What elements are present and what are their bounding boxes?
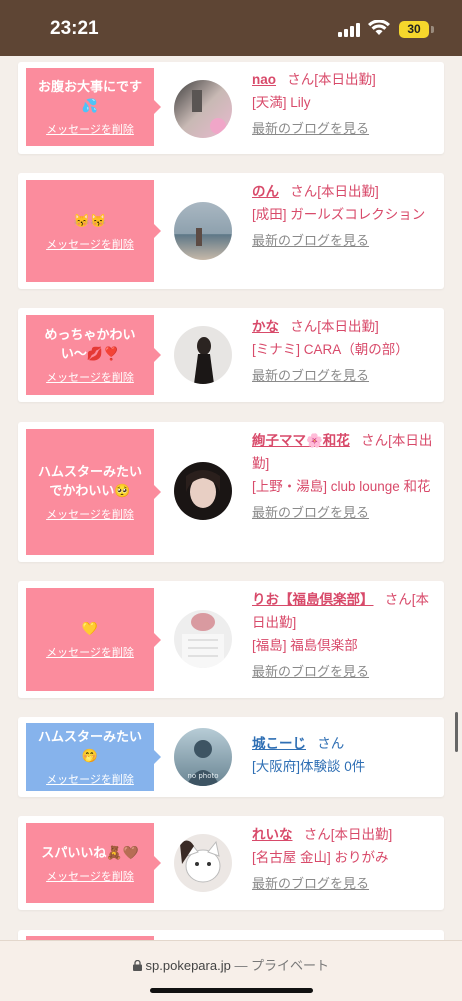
list-item: 💛 メッセージを削除 りお【福島倶楽部】 さん[本日出勤] [福島] 福島倶楽部… [18,581,444,698]
work-status: [本日出勤] [317,184,379,199]
message-text: 😽😽 [73,212,107,228]
delete-message-link[interactable]: メッセージを削除 [46,644,134,660]
message-text: お腹お大事にです💦 [37,79,142,113]
url-domain: sp.pokepara.jp [145,958,231,973]
profile-name-link[interactable]: れいな [252,827,293,842]
list-item: ハムスターみたいでかわいい🥺 メッセージを削除 絢子ママ🌸和花 さん[本日出勤]… [18,422,444,562]
wifi-icon [368,19,390,40]
message-text: スパいいね🧸🤎 [41,844,139,860]
shop-info: [上野・湯島] club lounge 和花 [252,479,431,494]
message-bubble: ハムスターみたいでかわいい🥺 メッセージを削除 [26,429,161,555]
home-indicator[interactable] [150,988,313,993]
battery-icon: 30 [399,21,429,38]
message-bubble: ハムスターみたい🤭 メッセージを削除 [26,723,161,791]
work-status: [本日出勤] [314,72,376,87]
delete-message-link[interactable]: メッセージを削除 [46,121,134,137]
latest-blog-link[interactable]: 最新のブログを見る [252,364,438,387]
status-bar: 23:21 30 [0,0,462,56]
private-label: — プライベート [230,958,330,973]
delete-message-link[interactable]: メッセージを削除 [46,868,134,884]
lock-icon [132,958,146,973]
profile-name-link[interactable]: 絢子ママ🌸和花 [252,433,350,448]
list-item: めっちゃかわいい〜💋❣️ メッセージを削除 かな さん[本日出勤] [ミナミ] … [18,308,444,402]
list-item: スパいいね🧸🤎 メッセージを削除 れいな さん[本日出勤] [名古屋 金山] お… [18,816,444,910]
avatar[interactable] [174,834,232,892]
honorific: さん [384,592,412,607]
battery-tip [431,26,434,33]
honorific: さん [290,319,318,334]
delete-message-link[interactable]: メッセージを削除 [46,236,134,252]
profile-info: nao さん[本日出勤] [天満] Lily 最新のブログを見る [252,68,438,140]
scroll-indicator[interactable] [455,712,458,752]
url-display[interactable]: sp.pokepara.jp — プライベート [0,955,462,974]
shop-info: [名古屋 金山] おりがみ [252,850,389,865]
shop-info: [ミナミ] CARA（朝の部） [252,342,409,357]
message-bubble: 💛 メッセージを削除 [26,588,161,691]
profile-name-link[interactable]: nao [252,72,276,87]
latest-blog-link[interactable]: 最新のブログを見る [252,660,438,683]
honorific: さん [317,736,345,751]
avatar[interactable] [174,610,232,668]
list-item: ハムスターみたい🤭 メッセージを削除 no photo 城こーじ さん [大阪府… [18,717,444,797]
work-status: [本日出勤] [317,319,379,334]
shop-info: [大阪府]体験談 0件 [252,759,366,774]
shop-info: [成田] ガールズコレクション [252,207,426,222]
honorific: さん [287,72,315,87]
cellular-signal-icon [338,22,362,41]
latest-blog-link[interactable]: 最新のブログを見る [252,872,438,895]
profile-info: かな さん[本日出勤] [ミナミ] CARA（朝の部） 最新のブログを見る [252,315,438,387]
honorific: さん [361,433,389,448]
delete-message-link[interactable]: メッセージを削除 [46,771,134,787]
message-text: ハムスターみたいでかわいい🥺 [37,464,142,498]
honorific: さん [290,184,318,199]
message-bubble: スパいいね🧸🤎 メッセージを削除 [26,823,161,903]
avatar[interactable] [174,326,232,384]
shop-info: [福島] 福島倶楽部 [252,638,358,653]
list-item: 😽😽 メッセージを削除 のん さん[本日出勤] [成田] ガールズコレクション … [18,173,444,289]
latest-blog-link[interactable]: 最新のブログを見る [252,501,438,524]
list-item: お腹お大事にです💦 メッセージを削除 nao さん[本日出勤] [天満] Lil… [18,62,444,154]
profile-info: 城こーじ さん [大阪府]体験談 0件 [252,732,438,778]
shop-info: [天満] Lily [252,95,311,110]
avatar[interactable] [174,462,232,520]
delete-message-link[interactable]: メッセージを削除 [46,369,134,385]
status-time: 23:21 [50,18,99,39]
avatar[interactable] [174,202,232,260]
message-bubble: 😽😽 メッセージを削除 [26,180,161,282]
avatar[interactable] [174,80,232,138]
no-photo-label: no photo [187,772,218,780]
honorific: さん [303,827,331,842]
message-text: 💛 [81,621,99,636]
latest-blog-link[interactable]: 最新のブログを見る [252,229,438,252]
delete-message-link[interactable]: メッセージを削除 [46,506,134,522]
latest-blog-link[interactable]: 最新のブログを見る [252,117,438,140]
profile-name-link[interactable]: のん [252,184,279,199]
profile-name-link[interactable]: りお【福島倶楽部】 [252,592,374,607]
profile-info: のん さん[本日出勤] [成田] ガールズコレクション 最新のブログを見る [252,180,438,252]
message-text: めっちゃかわいい〜💋❣️ [44,327,136,361]
message-bubble: お腹お大事にです💦 メッセージを削除 [26,68,161,146]
avatar[interactable]: no photo [174,728,232,786]
work-status: [本日出勤] [330,827,393,842]
message-bubble: めっちゃかわいい〜💋❣️ メッセージを削除 [26,315,161,395]
profile-name-link[interactable]: かな [252,319,279,334]
message-text: ハムスターみたい🤭 [37,729,142,763]
browser-address-bar[interactable]: sp.pokepara.jp — プライベート [0,940,462,1001]
profile-info: れいな さん[本日出勤] [名古屋 金山] おりがみ 最新のブログを見る [252,823,438,895]
profile-info: 絢子ママ🌸和花 さん[本日出勤] [上野・湯島] club lounge 和花 … [252,429,438,524]
profile-name-link[interactable]: 城こーじ [252,736,306,751]
profile-info: りお【福島倶楽部】 さん[本日出勤] [福島] 福島倶楽部 最新のブログを見る [252,588,438,683]
